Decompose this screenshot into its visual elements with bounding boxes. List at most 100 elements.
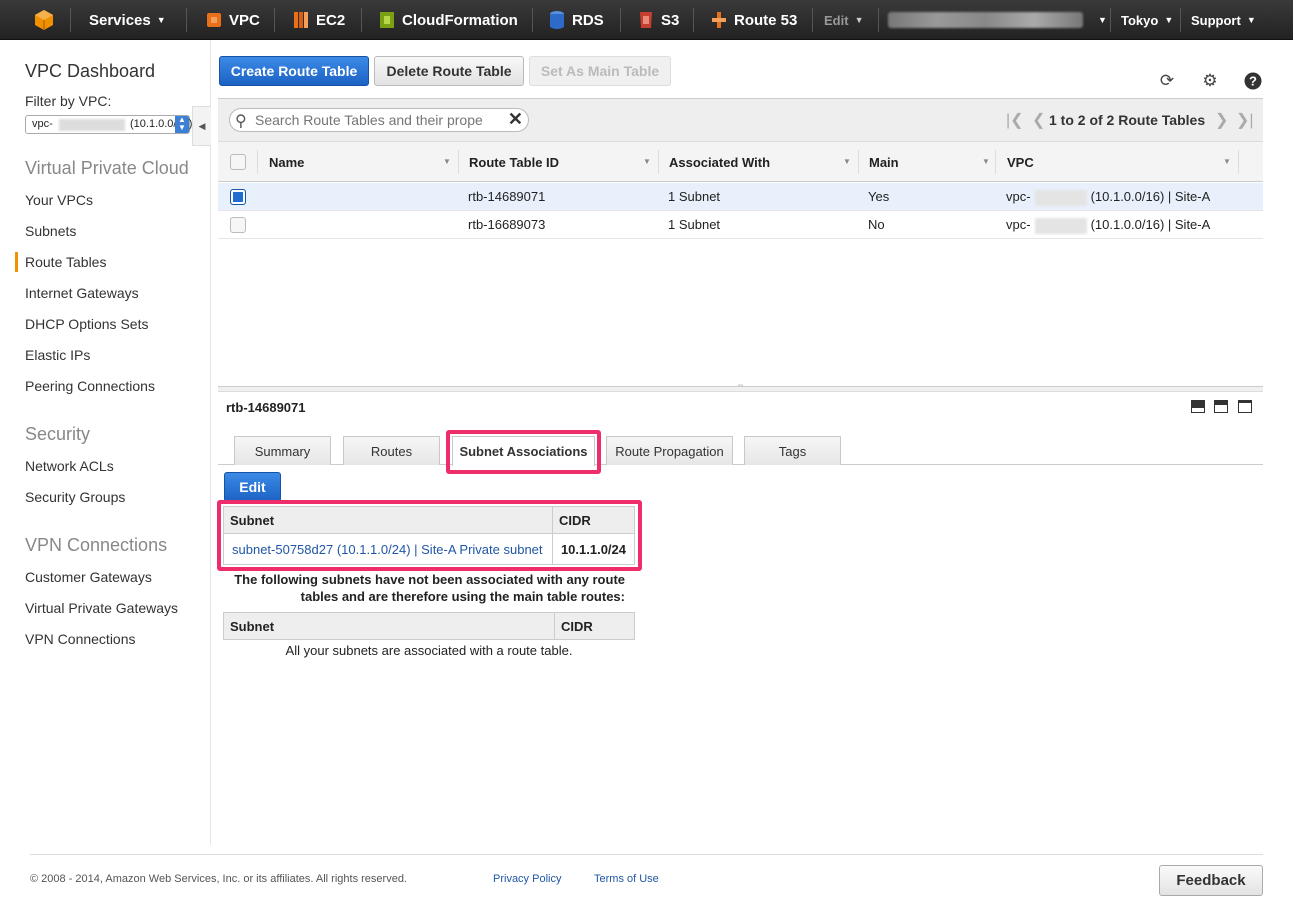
terms-of-use-link[interactable]: Terms of Use: [594, 873, 659, 885]
sidebar-item-network-acls[interactable]: Network ACLs: [25, 458, 114, 474]
account-menu-caret[interactable]: ▼: [1092, 0, 1107, 40]
last-page-icon[interactable]: ❯|: [1236, 110, 1254, 130]
search-icon: ⚲: [235, 113, 247, 130]
sidebar-item-subnets[interactable]: Subnets: [25, 223, 76, 239]
sidebar-item-route-tables[interactable]: Route Tables: [25, 254, 106, 270]
select-all-checkbox[interactable]: [230, 154, 246, 170]
create-route-table-button[interactable]: Create Route Table: [219, 56, 369, 86]
cloudformation-shortcut[interactable]: CloudFormation: [378, 0, 518, 40]
aws-logo-icon[interactable]: [34, 0, 54, 40]
region-menu[interactable]: Tokyo ▼: [1121, 0, 1173, 40]
detail-title: rtb-14689071: [226, 400, 306, 415]
feedback-button[interactable]: Feedback: [1159, 865, 1263, 896]
unassociated-subnets-table: Subnet CIDR: [223, 612, 635, 640]
sort-caret-icon[interactable]: ▼: [843, 157, 851, 166]
unassociated-message: All your subnets are associated with a r…: [285, 643, 573, 658]
table-row[interactable]: rtb-14689071 1 Subnet Yes vpc- (10.1.0.0/…: [218, 183, 1263, 211]
edit-menu[interactable]: Edit ▼: [824, 0, 863, 40]
sidebar-item-your-vpcs[interactable]: Your VPCs: [25, 192, 93, 208]
sort-caret-icon[interactable]: ▼: [982, 157, 990, 166]
vpc-filter-prefix: vpc-: [32, 118, 53, 130]
tab-route-propagation[interactable]: Route Propagation: [606, 436, 733, 465]
footer-divider: [30, 854, 1263, 855]
vpc-shortcut[interactable]: VPC: [205, 0, 260, 40]
next-page-icon[interactable]: ❯: [1215, 110, 1228, 130]
rds-icon: [548, 10, 566, 30]
section-vpn-connections: VPN Connections: [25, 535, 168, 555]
sidebar-item-peering-connections[interactable]: Peering Connections: [25, 378, 155, 394]
route53-icon: [710, 10, 728, 30]
sort-caret-icon[interactable]: ▼: [1223, 157, 1231, 166]
support-menu[interactable]: Support ▼: [1191, 0, 1256, 40]
collapse-sidebar-button[interactable]: ◀: [192, 106, 211, 146]
cell-route-table-id: rtb-14689071: [468, 189, 546, 204]
ec2-icon: [292, 10, 310, 30]
sidebar-item-customer-gateways[interactable]: Customer Gateways: [25, 569, 152, 585]
set-as-main-table-button[interactable]: Set As Main Table: [529, 56, 671, 86]
row-checkbox[interactable]: [230, 189, 246, 205]
sidebar: VPC Dashboard Filter by VPC: vpc- (10.1.…: [0, 40, 211, 845]
section-virtual-private-cloud: Virtual Private Cloud: [25, 158, 189, 178]
search-input[interactable]: [255, 111, 510, 129]
layout-full-icon[interactable]: [1238, 400, 1252, 413]
edit-associations-button[interactable]: Edit: [224, 472, 281, 502]
sidebar-item-elastic-ips[interactable]: Elastic IPs: [25, 347, 90, 363]
tab-routes[interactable]: Routes: [343, 436, 440, 465]
sidebar-title[interactable]: VPC Dashboard: [25, 61, 155, 82]
column-header-route-table-id[interactable]: Route Table ID: [469, 142, 559, 182]
sort-caret-icon[interactable]: ▼: [443, 157, 451, 166]
cell-vpc: vpc- (10.1.0.0/16) | Site-A: [1006, 217, 1211, 234]
grid-toolbar: ⚲ ✕ |❮ ❮ 1 to 2 of 2 Route Tables ❯ ❯|: [218, 99, 1263, 142]
privacy-policy-link[interactable]: Privacy Policy: [493, 873, 561, 885]
help-icon[interactable]: ?: [1244, 72, 1262, 90]
cell-main: No: [868, 217, 885, 232]
sidebar-item-internet-gateways[interactable]: Internet Gateways: [25, 285, 139, 301]
column-header-vpc[interactable]: VPC: [1007, 142, 1034, 182]
select-arrows-icon: ▲ ▼: [175, 116, 189, 133]
table-row[interactable]: rtb-16689073 1 Subnet No vpc- (10.1.0.0/1…: [218, 211, 1263, 239]
cloudformation-icon: [378, 10, 396, 30]
layout-bottom-large-icon[interactable]: [1191, 400, 1205, 413]
account-name[interactable]: [888, 12, 1083, 28]
svg-text:?: ?: [1249, 74, 1257, 89]
column-header-main[interactable]: Main: [869, 142, 899, 182]
clear-search-icon[interactable]: ✕: [508, 109, 523, 130]
first-page-icon[interactable]: |❮: [1006, 110, 1024, 130]
active-indicator: [15, 252, 18, 272]
s3-icon: [637, 10, 655, 30]
tab-tags[interactable]: Tags: [744, 436, 841, 465]
tab-highlight-box: [446, 430, 601, 474]
vpc-filter-select[interactable]: vpc- (10.1.0.0/16) ▲ ▼: [25, 115, 192, 134]
layout-bottom-medium-icon[interactable]: [1214, 400, 1228, 413]
sidebar-item-vpn-connections[interactable]: VPN Connections: [25, 631, 136, 647]
sidebar-item-dhcp-options-sets[interactable]: DHCP Options Sets: [25, 316, 148, 332]
s3-shortcut[interactable]: S3: [637, 0, 679, 40]
tab-summary[interactable]: Summary: [234, 436, 331, 465]
grid-header: Name ▼ Route Table ID ▼ Associated With …: [218, 142, 1263, 182]
unassoc-header-cidr: CIDR: [554, 612, 635, 640]
unassoc-header-subnet: Subnet: [223, 612, 555, 640]
search-box[interactable]: ⚲ ✕: [229, 108, 529, 132]
ec2-shortcut[interactable]: EC2: [292, 0, 345, 40]
section-security: Security: [25, 424, 91, 444]
column-header-name[interactable]: Name: [269, 142, 304, 182]
cell-associated-with: 1 Subnet: [668, 217, 721, 232]
gear-icon[interactable]: ⚙: [1201, 72, 1219, 90]
sidebar-item-security-groups[interactable]: Security Groups: [25, 489, 125, 505]
copyright-text: © 2008 - 2014, Amazon Web Services, Inc.…: [30, 873, 407, 885]
panel-resize-handle[interactable]: '''': [218, 385, 1263, 392]
delete-route-table-button[interactable]: Delete Route Table: [374, 56, 524, 86]
row-checkbox[interactable]: [230, 217, 246, 233]
sidebar-item-virtual-private-gateways[interactable]: Virtual Private Gateways: [25, 600, 178, 616]
route53-shortcut[interactable]: Route 53: [710, 0, 797, 40]
route-tables-grid: ⚲ ✕ |❮ ❮ 1 to 2 of 2 Route Tables ❯ ❯| N…: [218, 98, 1263, 386]
vpc-filter-redacted: [59, 119, 125, 131]
rds-shortcut[interactable]: RDS: [548, 0, 604, 40]
prev-page-icon[interactable]: ❮: [1032, 110, 1045, 130]
column-header-associated-with[interactable]: Associated With: [669, 142, 770, 182]
services-menu[interactable]: Services ▼: [89, 0, 166, 40]
top-navigation-bar: Services ▼ VPC EC2 CloudFormation RDS S3 …: [0, 0, 1293, 40]
refresh-icon[interactable]: ⟳: [1158, 72, 1176, 90]
sort-caret-icon[interactable]: ▼: [643, 157, 651, 166]
table-highlight-box: [217, 500, 642, 571]
